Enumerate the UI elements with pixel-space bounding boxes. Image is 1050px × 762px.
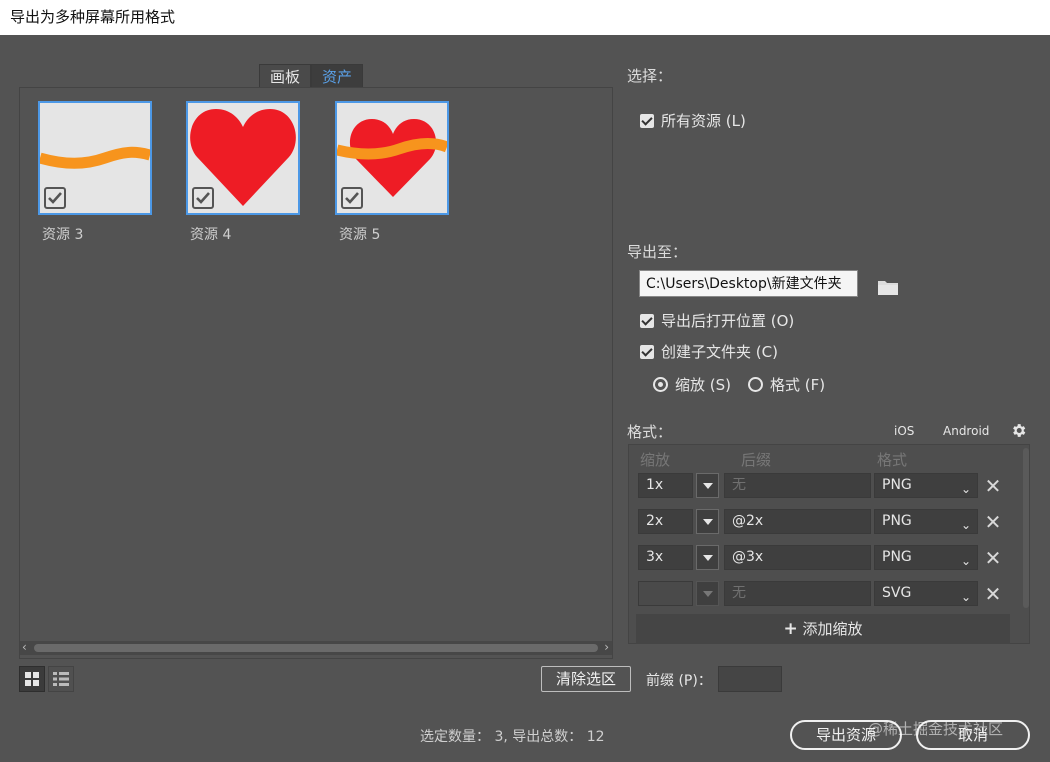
scale-dropdown-button[interactable] (696, 473, 719, 498)
list-icon (53, 672, 69, 686)
by-scale-radio[interactable] (653, 377, 668, 392)
column-header-suffix: 后缀 (741, 451, 772, 469)
horizontal-scrollbar[interactable]: ‹ › (20, 640, 612, 655)
open-after-export-option[interactable]: 导出后打开位置 (O) (640, 310, 794, 331)
export-path-input[interactable]: C:\Users\Desktop\新建文件夹 (639, 270, 858, 297)
view-tabs: 画板 资产 (259, 64, 364, 88)
by-format-radio[interactable] (748, 377, 763, 392)
prefix-input[interactable] (718, 666, 782, 692)
format-select[interactable]: PNG ⌄ (874, 545, 978, 570)
create-subfolder-label: 创建子文件夹 (C) (661, 343, 778, 361)
asset-item[interactable]: 资源 5 (335, 101, 449, 244)
selection-title: 选择： (627, 67, 673, 85)
suffix-input[interactable]: @2x (724, 509, 871, 534)
format-select[interactable]: PNG ⌄ (874, 473, 978, 498)
remove-scale-button[interactable]: ✕ (984, 476, 1002, 496)
asset-checkbox[interactable] (341, 187, 363, 209)
chevron-down-icon: ⌄ (960, 590, 971, 604)
add-scale-label: 添加缩放 (802, 620, 863, 638)
by-scale-option[interactable]: 缩放 (S) (653, 374, 731, 395)
chevron-down-icon: ⌄ (960, 518, 971, 532)
export-summary: 选定数量： 3, 导出总数： 12 (420, 729, 605, 745)
prefix-label: 前缀 (P)： (646, 673, 712, 689)
scale-input[interactable]: 1x (638, 473, 693, 498)
plus-icon: + (783, 619, 798, 639)
scroll-left-icon[interactable]: ‹ (22, 640, 27, 654)
by-format-option[interactable]: 格式 (F) (748, 374, 825, 395)
checkmark-icon (196, 192, 210, 204)
asset-thumbnail[interactable] (186, 101, 300, 215)
ios-preset-button[interactable]: iOS (894, 424, 914, 438)
format-select-value: PNG (882, 477, 912, 493)
scrollbar-thumb[interactable] (34, 644, 598, 652)
android-preset-button[interactable]: Android (943, 424, 989, 438)
format-select[interactable]: SVG ⌄ (874, 581, 978, 606)
chevron-down-icon: ⌄ (960, 554, 971, 568)
format-select[interactable]: PNG ⌄ (874, 509, 978, 534)
asset-panel: 资源 3 资源 4 资源 5 (19, 87, 613, 659)
remove-scale-button[interactable]: ✕ (984, 512, 1002, 532)
asset-label: 资源 5 (339, 227, 381, 243)
window-title: 导出为多种屏幕所用格式 (0, 0, 1050, 35)
suffix-input[interactable]: @3x (724, 545, 871, 570)
asset-item[interactable]: 资源 4 (186, 101, 300, 244)
grid-view-button[interactable] (19, 666, 45, 692)
scale-input[interactable] (638, 581, 693, 606)
create-subfolder-option[interactable]: 创建子文件夹 (C) (640, 341, 778, 362)
scale-dropdown-button[interactable] (696, 545, 719, 570)
scroll-right-icon[interactable]: › (604, 640, 609, 654)
open-after-export-checkbox[interactable] (640, 313, 654, 328)
suffix-input[interactable]: 无 (724, 581, 871, 606)
checkmark-icon (345, 192, 359, 204)
all-assets-label: 所有资源 (L) (661, 112, 746, 130)
column-header-format: 格式 (877, 451, 908, 469)
gear-icon (1013, 424, 1026, 437)
column-header-scale: 缩放 (640, 451, 671, 469)
tab-artboards[interactable]: 画板 (259, 64, 312, 88)
asset-label: 资源 3 (42, 227, 84, 243)
suffix-input[interactable]: 无 (724, 473, 871, 498)
scale-dropdown-button[interactable] (696, 509, 719, 534)
by-format-label: 格式 (F) (770, 376, 826, 394)
folder-icon (878, 281, 898, 295)
asset-checkbox[interactable] (192, 187, 214, 209)
create-subfolder-checkbox[interactable] (640, 344, 654, 359)
checkmark-icon (48, 192, 62, 204)
formats-title: 格式： (627, 423, 673, 441)
add-scale-button[interactable]: + 添加缩放 (636, 614, 1010, 644)
chevron-down-icon: ⌄ (960, 482, 971, 496)
asset-item[interactable]: 资源 3 (38, 101, 152, 244)
grid-icon (25, 672, 39, 686)
remove-scale-button[interactable]: ✕ (984, 548, 1002, 568)
all-assets-checkbox[interactable] (640, 113, 654, 128)
format-select-value: PNG (882, 513, 912, 529)
format-select-value: PNG (882, 549, 912, 565)
remove-scale-button[interactable]: ✕ (984, 584, 1002, 604)
asset-thumbnail[interactable] (38, 101, 152, 215)
all-assets-option[interactable]: 所有资源 (L) (640, 110, 746, 131)
format-table-scrollbar[interactable] (1023, 448, 1029, 608)
tab-assets[interactable]: 资产 (311, 64, 364, 88)
watermark: @稀土掘金技术社区 (868, 720, 1004, 738)
open-after-export-label: 导出后打开位置 (O) (661, 312, 795, 330)
by-scale-label: 缩放 (S) (675, 376, 731, 394)
export-to-title: 导出至： (627, 243, 688, 261)
clear-selection-button[interactable]: 清除选区 (541, 666, 631, 692)
asset-checkbox[interactable] (44, 187, 66, 209)
browse-folder-button[interactable] (877, 279, 899, 300)
scale-dropdown-button[interactable] (696, 581, 719, 606)
asset-thumbnail[interactable] (335, 101, 449, 215)
scale-input[interactable]: 3x (638, 545, 693, 570)
format-select-value: SVG (882, 585, 912, 601)
scale-input[interactable]: 2x (638, 509, 693, 534)
asset-label: 资源 4 (190, 227, 232, 243)
format-settings-button[interactable] (1010, 422, 1027, 443)
list-view-button[interactable] (48, 666, 74, 692)
